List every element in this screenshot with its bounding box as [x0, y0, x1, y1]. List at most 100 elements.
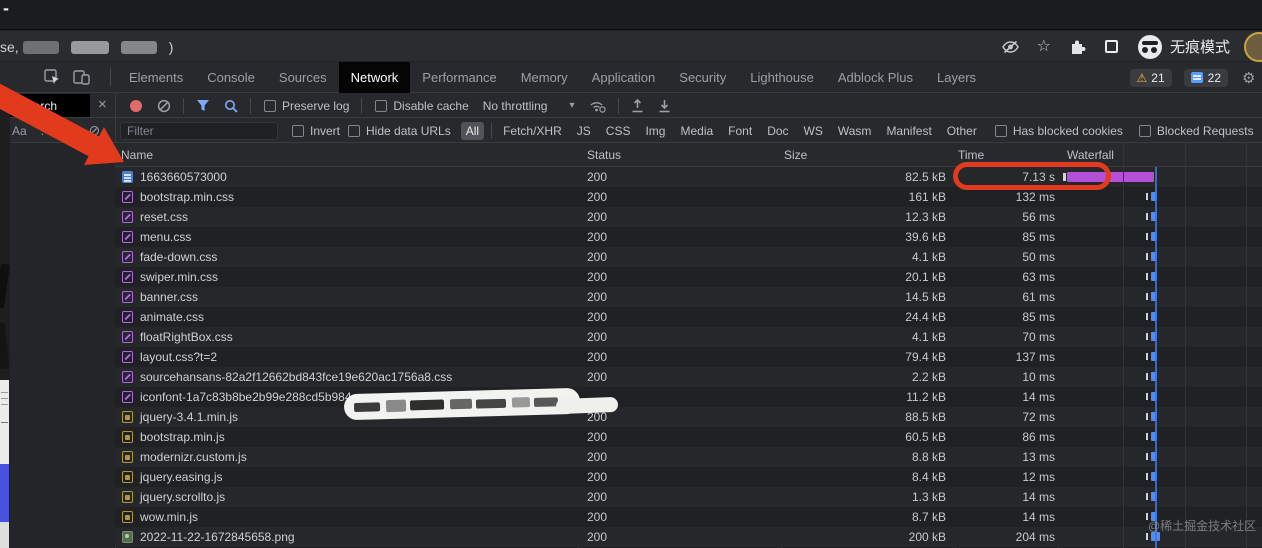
- waterfall-cell[interactable]: [1061, 187, 1262, 207]
- table-row[interactable]: banner.css20014.5 kB61 ms: [115, 287, 1262, 307]
- clear-search-icon[interactable]: ⊘: [88, 122, 100, 139]
- table-row[interactable]: animate.css20024.4 kB85 ms: [115, 307, 1262, 327]
- devtools-tab-network[interactable]: Network: [339, 62, 411, 93]
- waterfall-cell[interactable]: [1061, 267, 1262, 287]
- has-blocked-cookies-checkbox[interactable]: [995, 125, 1007, 137]
- waterfall-cell[interactable]: [1061, 307, 1262, 327]
- waterfall-cell[interactable]: [1061, 207, 1262, 227]
- css-file-icon: [122, 291, 133, 303]
- table-row[interactable]: bootstrap.min.css200161 kB132 ms: [115, 187, 1262, 207]
- column-header-waterfall[interactable]: Waterfall: [1061, 148, 1262, 162]
- network-conditions-icon[interactable]: [589, 99, 606, 113]
- blocked-requests-checkbox[interactable]: [1139, 125, 1151, 137]
- devtools-tab-elements[interactable]: Elements: [117, 62, 195, 93]
- filter-type-font[interactable]: Font: [723, 122, 757, 140]
- filter-type-fetch-xhr[interactable]: Fetch/XHR: [498, 122, 567, 140]
- table-row[interactable]: menu.css20039.6 kB85 ms: [115, 227, 1262, 247]
- devtools-tab-security[interactable]: Security: [667, 62, 738, 93]
- devtools-tab-sources[interactable]: Sources: [267, 62, 339, 93]
- warning-badge[interactable]: ⚠ 21: [1130, 69, 1172, 87]
- waterfall-gridline: [1246, 143, 1247, 548]
- devtools-tab-lighthouse[interactable]: Lighthouse: [738, 62, 826, 93]
- table-row[interactable]: swiper.min.css20020.1 kB63 ms: [115, 267, 1262, 287]
- search-drawer-tab[interactable]: Search: [10, 94, 90, 117]
- preserve-log-checkbox[interactable]: [264, 100, 276, 112]
- table-row[interactable]: modernizr.custom.js2008.8 kB13 ms: [115, 447, 1262, 467]
- filter-type-css[interactable]: CSS: [601, 122, 636, 140]
- invert-checkbox[interactable]: [292, 125, 304, 137]
- filter-funnel-icon[interactable]: [196, 99, 210, 112]
- filter-type-js[interactable]: JS: [572, 122, 596, 140]
- device-toolbar-icon[interactable]: [73, 69, 90, 85]
- refresh-icon[interactable]: ↻: [63, 122, 75, 139]
- waterfall-cell[interactable]: [1061, 387, 1262, 407]
- column-header-name[interactable]: Name: [115, 148, 581, 162]
- settings-gear-icon[interactable]: ⚙: [1242, 69, 1256, 87]
- filter-type-all[interactable]: All: [461, 122, 484, 140]
- filter-input[interactable]: [120, 122, 278, 140]
- devtools-tab-layers[interactable]: Layers: [925, 62, 988, 93]
- column-header-size[interactable]: Size: [778, 148, 952, 162]
- waterfall-cell[interactable]: [1061, 487, 1262, 507]
- table-row[interactable]: 2022-11-22-1672845658.png200200 kB204 ms: [115, 527, 1262, 547]
- waterfall-cell[interactable]: [1061, 467, 1262, 487]
- waterfall-tick: [1146, 413, 1148, 420]
- import-har-icon[interactable]: [631, 99, 644, 113]
- export-har-icon[interactable]: [658, 99, 671, 113]
- filter-type-img[interactable]: Img: [640, 122, 670, 140]
- table-row[interactable]: jquery.easing.js2008.4 kB12 ms: [115, 467, 1262, 487]
- waterfall-cell[interactable]: [1061, 447, 1262, 467]
- waterfall-cell[interactable]: [1061, 287, 1262, 307]
- table-row[interactable]: jquery-3.4.1.min.js20088.5 kB72 ms: [115, 407, 1262, 427]
- table-row[interactable]: iconfont-1a7c83b8be2b99e288cd5b98411.2 k…: [115, 387, 1262, 407]
- table-row[interactable]: wow.min.js2008.7 kB14 ms: [115, 507, 1262, 527]
- waterfall-cell[interactable]: [1061, 367, 1262, 387]
- address-bar[interactable]: se, ): [0, 37, 177, 57]
- column-header-status[interactable]: Status: [581, 148, 778, 162]
- table-row[interactable]: bootstrap.min.js20060.5 kB86 ms: [115, 427, 1262, 447]
- devtools-tab-adblock-plus[interactable]: Adblock Plus: [826, 62, 925, 93]
- filter-type-other[interactable]: Other: [942, 122, 982, 140]
- bookmark-star-icon[interactable]: ☆: [1037, 39, 1051, 55]
- search-icon[interactable]: [224, 99, 238, 113]
- waterfall-cell[interactable]: [1061, 327, 1262, 347]
- waterfall-cell[interactable]: [1061, 227, 1262, 247]
- clear-icon[interactable]: [157, 99, 171, 113]
- table-row[interactable]: layout.css?t=220079.4 kB137 ms: [115, 347, 1262, 367]
- side-panel-icon[interactable]: [1105, 40, 1118, 53]
- waterfall-cell[interactable]: [1061, 247, 1262, 267]
- table-row[interactable]: floatRightBox.css2004.1 kB70 ms: [115, 327, 1262, 347]
- filter-type-ws[interactable]: WS: [799, 122, 828, 140]
- waterfall-gridline: [1123, 143, 1124, 548]
- chevron-down-icon[interactable]: ▾: [569, 100, 574, 111]
- filter-type-doc[interactable]: Doc: [762, 122, 793, 140]
- waterfall-cell[interactable]: [1061, 347, 1262, 367]
- waterfall-cell[interactable]: [1061, 407, 1262, 427]
- filter-type-manifest[interactable]: Manifest: [881, 122, 936, 140]
- filter-type-media[interactable]: Media: [675, 122, 718, 140]
- eye-off-icon[interactable]: [1002, 40, 1019, 54]
- issues-badge[interactable]: 22: [1184, 69, 1228, 87]
- regex-icon[interactable]: .*: [41, 124, 49, 138]
- record-button[interactable]: [130, 100, 142, 112]
- inspect-cursor-icon[interactable]: [44, 69, 61, 85]
- match-case-icon[interactable]: Aa: [12, 124, 27, 138]
- avatar[interactable]: [1244, 32, 1262, 62]
- hide-data-urls-checkbox[interactable]: [348, 125, 360, 137]
- devtools-tab-console[interactable]: Console: [195, 62, 267, 93]
- disable-cache-checkbox[interactable]: [375, 100, 387, 112]
- name-cell: modernizr.custom.js: [115, 450, 581, 464]
- throttling-select[interactable]: No throttling: [483, 99, 548, 113]
- table-row[interactable]: fade-down.css2004.1 kB50 ms: [115, 247, 1262, 267]
- close-search-icon[interactable]: ×: [98, 96, 107, 113]
- table-row[interactable]: sourcehansans-82a2f12662bd843fce19e620ac…: [115, 367, 1262, 387]
- devtools-tab-application[interactable]: Application: [580, 62, 668, 93]
- table-row[interactable]: jquery.scrollto.js2001.3 kB14 ms: [115, 487, 1262, 507]
- column-header-time[interactable]: Time: [952, 148, 1061, 162]
- waterfall-cell[interactable]: [1061, 427, 1262, 447]
- table-row[interactable]: reset.css20012.3 kB56 ms: [115, 207, 1262, 227]
- devtools-tab-memory[interactable]: Memory: [509, 62, 580, 93]
- devtools-tab-performance[interactable]: Performance: [410, 62, 508, 93]
- extensions-puzzle-icon[interactable]: [1069, 38, 1086, 55]
- filter-type-wasm[interactable]: Wasm: [833, 122, 877, 140]
